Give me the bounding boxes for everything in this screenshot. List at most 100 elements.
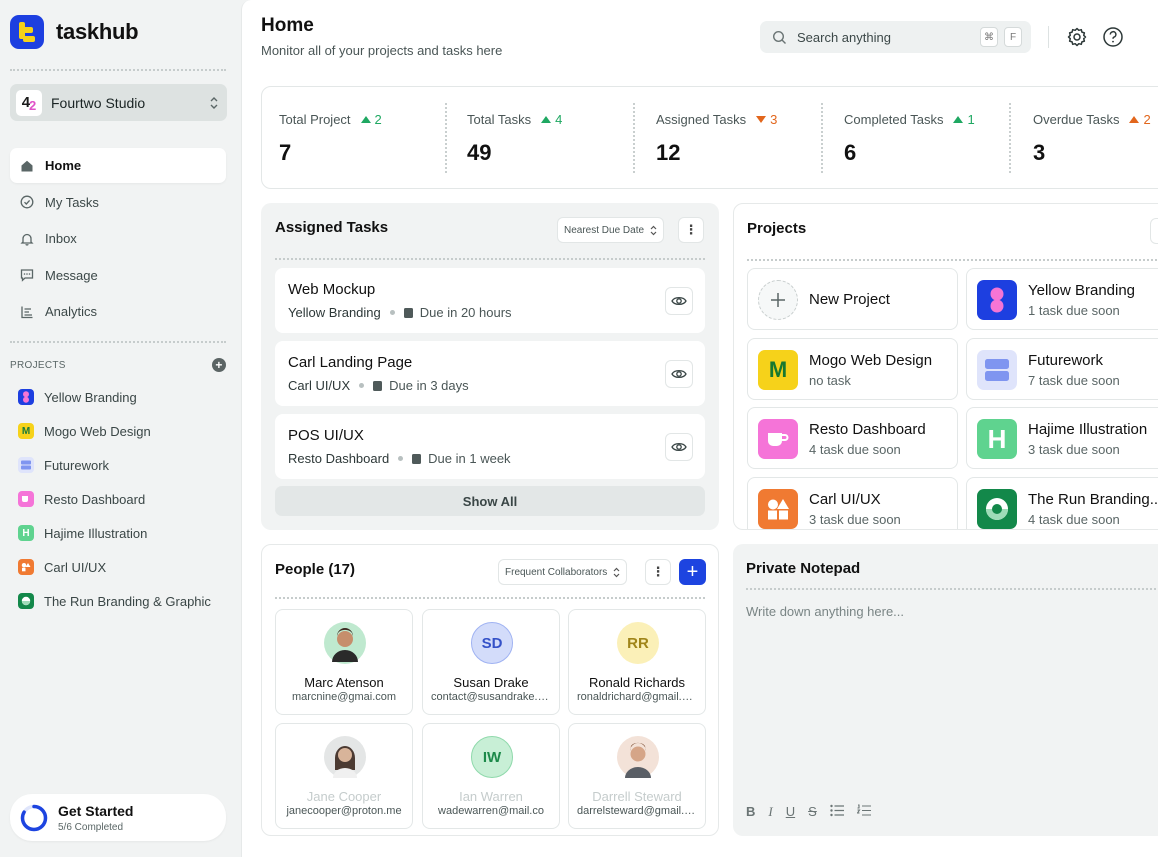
- numbered-list-icon[interactable]: [856, 804, 871, 817]
- sidebar-project-label: Mogo Web Design: [44, 423, 151, 439]
- stat-label: Total Project: [279, 112, 351, 127]
- sidebar-project-label: Resto Dashboard: [44, 491, 146, 507]
- task-card[interactable]: Carl Landing Page Carl UI/UX Due in 3 day…: [275, 341, 705, 406]
- sidebar-project-yellow-branding[interactable]: Yellow Branding: [18, 380, 211, 414]
- view-eye-icon[interactable]: [665, 360, 693, 388]
- main-content: Home Monitor all of your projects and ta…: [241, 0, 1158, 857]
- person-card[interactable]: IW Ian Warren wadewarren@mail.co: [422, 723, 560, 829]
- project-card[interactable]: H Hajime Illustration 3 task due soon: [966, 407, 1158, 469]
- more-options-icon[interactable]: ⋮: [645, 559, 671, 585]
- search-input[interactable]: Search anything: [797, 30, 891, 45]
- task-project: Yellow Branding: [288, 305, 381, 320]
- person-card[interactable]: SD Susan Drake contact@susandrake.com: [422, 609, 560, 715]
- nav-label: My Tasks: [45, 194, 99, 210]
- new-project-card[interactable]: New Project: [747, 268, 958, 330]
- strikethrough-icon[interactable]: S: [808, 804, 817, 820]
- sidebar: taskhub 42 Fourtwo Studio Home My Tasks …: [0, 0, 240, 857]
- sidebar-project-mogo-web-design[interactable]: M Mogo Web Design: [18, 414, 211, 448]
- chevron-updown-icon: [613, 567, 620, 577]
- notepad-title: Private Notepad: [746, 560, 861, 577]
- project-card[interactable]: Futurework 7 task due soon: [966, 338, 1158, 400]
- project-card[interactable]: Yellow Branding 1 task due soon: [966, 268, 1158, 330]
- task-card[interactable]: Web Mockup Yellow Branding Due in 20 hour…: [275, 268, 705, 333]
- avatar: SD: [471, 622, 513, 664]
- project-card[interactable]: M Mogo Web Design no task: [747, 338, 958, 400]
- assigned-tasks-title: Assigned Tasks: [275, 219, 389, 236]
- stat-value: 7: [279, 140, 292, 165]
- sort-label: Nearest Due Date: [564, 224, 645, 236]
- people-panel: People (17) Frequent Collaborators ⋮ + M…: [261, 544, 719, 836]
- add-project-icon[interactable]: +: [212, 358, 226, 372]
- stat-label: Overdue Tasks: [1033, 112, 1120, 127]
- the-run-icon: [977, 489, 1017, 529]
- nav-home[interactable]: Home: [10, 148, 226, 183]
- futurework-icon: [18, 457, 34, 473]
- sort-dropdown[interactable]: Nearest Due Date: [557, 217, 665, 243]
- chat-icon: [20, 268, 34, 282]
- bell-icon: [20, 232, 34, 246]
- sidebar-project-carl-uiux[interactable]: Carl UI/UX: [18, 550, 211, 584]
- projects-title: Projects: [747, 220, 807, 237]
- project-card[interactable]: Carl UI/UX 3 task due soon: [747, 477, 958, 529]
- sidebar-project-futurework[interactable]: Futurework: [18, 448, 211, 482]
- yellow-branding-icon: [977, 280, 1017, 320]
- help-icon[interactable]: [1102, 26, 1124, 48]
- sidebar-project-resto-dashboard[interactable]: Resto Dashboard: [18, 482, 211, 516]
- trend-up-icon: 2: [1129, 112, 1151, 127]
- project-card[interactable]: The Run Branding... 4 task due soon: [966, 477, 1158, 529]
- project-status: no task: [809, 373, 851, 388]
- show-all-button[interactable]: Show All: [275, 486, 705, 516]
- avatar: [617, 736, 659, 778]
- view-eye-icon[interactable]: [665, 287, 693, 315]
- notepad-input[interactable]: Write down anything here...: [746, 604, 904, 619]
- bold-icon[interactable]: B: [746, 804, 755, 820]
- projects-options-button[interactable]: [1150, 218, 1158, 244]
- more-options-icon[interactable]: ⋮: [678, 217, 704, 243]
- coffee-cup-icon: [758, 419, 798, 459]
- person-card[interactable]: Marc Atenson marcnine@gmai.com: [275, 609, 413, 715]
- new-project-label: New Project: [809, 291, 890, 308]
- sidebar-project-hajime-illustration[interactable]: H Hajime Illustration: [18, 516, 211, 550]
- task-card[interactable]: POS UI/UX Resto Dashboard Due in 1 week: [275, 414, 705, 479]
- main-nav: Home My Tasks Inbox Message Analytics: [10, 148, 226, 331]
- nav-my-tasks[interactable]: My Tasks: [10, 185, 226, 220]
- nav-message[interactable]: Message: [10, 258, 226, 293]
- workspace-switcher[interactable]: 42 Fourtwo Studio: [10, 84, 227, 121]
- nav-analytics[interactable]: Analytics: [10, 294, 226, 329]
- person-card[interactable]: RR Ronald Richards ronaldrichard@gmail.c…: [568, 609, 706, 715]
- task-project: Resto Dashboard: [288, 451, 390, 466]
- hajime-icon: H: [18, 525, 34, 541]
- sidebar-project-the-run[interactable]: The Run Branding & Graphic: [18, 584, 211, 618]
- bullet-list-icon[interactable]: [830, 804, 844, 817]
- divider: [275, 258, 705, 260]
- page-subtitle: Monitor all of your projects and tasks h…: [261, 43, 503, 58]
- project-status: 4 task due soon: [1028, 512, 1120, 527]
- stat-label: Total Tasks: [467, 112, 532, 127]
- nav-label: Analytics: [45, 304, 98, 319]
- avatar: [324, 622, 366, 664]
- project-card[interactable]: Resto Dashboard 4 task due soon: [747, 407, 958, 469]
- get-started-widget[interactable]: Get Started 5/6 Completed: [10, 794, 226, 841]
- person-email: darrelsteward@gmail.com: [577, 805, 697, 817]
- notepad-panel: Private Notepad Write down anything here…: [733, 544, 1158, 836]
- format-toolbar: B I U S: [746, 804, 871, 820]
- person-card[interactable]: Jane Cooper janecooper@proton.me: [275, 723, 413, 829]
- person-email: ronaldrichard@gmail.com: [577, 691, 697, 703]
- trend-down-icon: 3: [756, 112, 777, 127]
- person-name: Ronald Richards: [588, 675, 686, 690]
- collaborator-filter-dropdown[interactable]: Frequent Collaborators: [498, 559, 628, 585]
- project-name: The Run Branding...: [1028, 491, 1158, 508]
- view-eye-icon[interactable]: [665, 433, 693, 461]
- italic-icon[interactable]: I: [768, 804, 772, 820]
- app-logo[interactable]: taskhub: [10, 15, 139, 49]
- home-icon: [20, 159, 34, 173]
- stat-value: 3: [1033, 140, 1046, 165]
- underline-icon[interactable]: U: [786, 804, 795, 820]
- filter-label: Frequent Collaborators: [505, 566, 608, 578]
- avatar: [324, 736, 366, 778]
- person-card[interactable]: Darrell Steward darrelsteward@gmail.com: [568, 723, 706, 829]
- nav-inbox[interactable]: Inbox: [10, 221, 226, 256]
- add-person-button[interactable]: +: [679, 559, 706, 585]
- gear-icon[interactable]: [1066, 26, 1088, 48]
- search-bar[interactable]: Search anything ⌘ F: [760, 21, 1031, 53]
